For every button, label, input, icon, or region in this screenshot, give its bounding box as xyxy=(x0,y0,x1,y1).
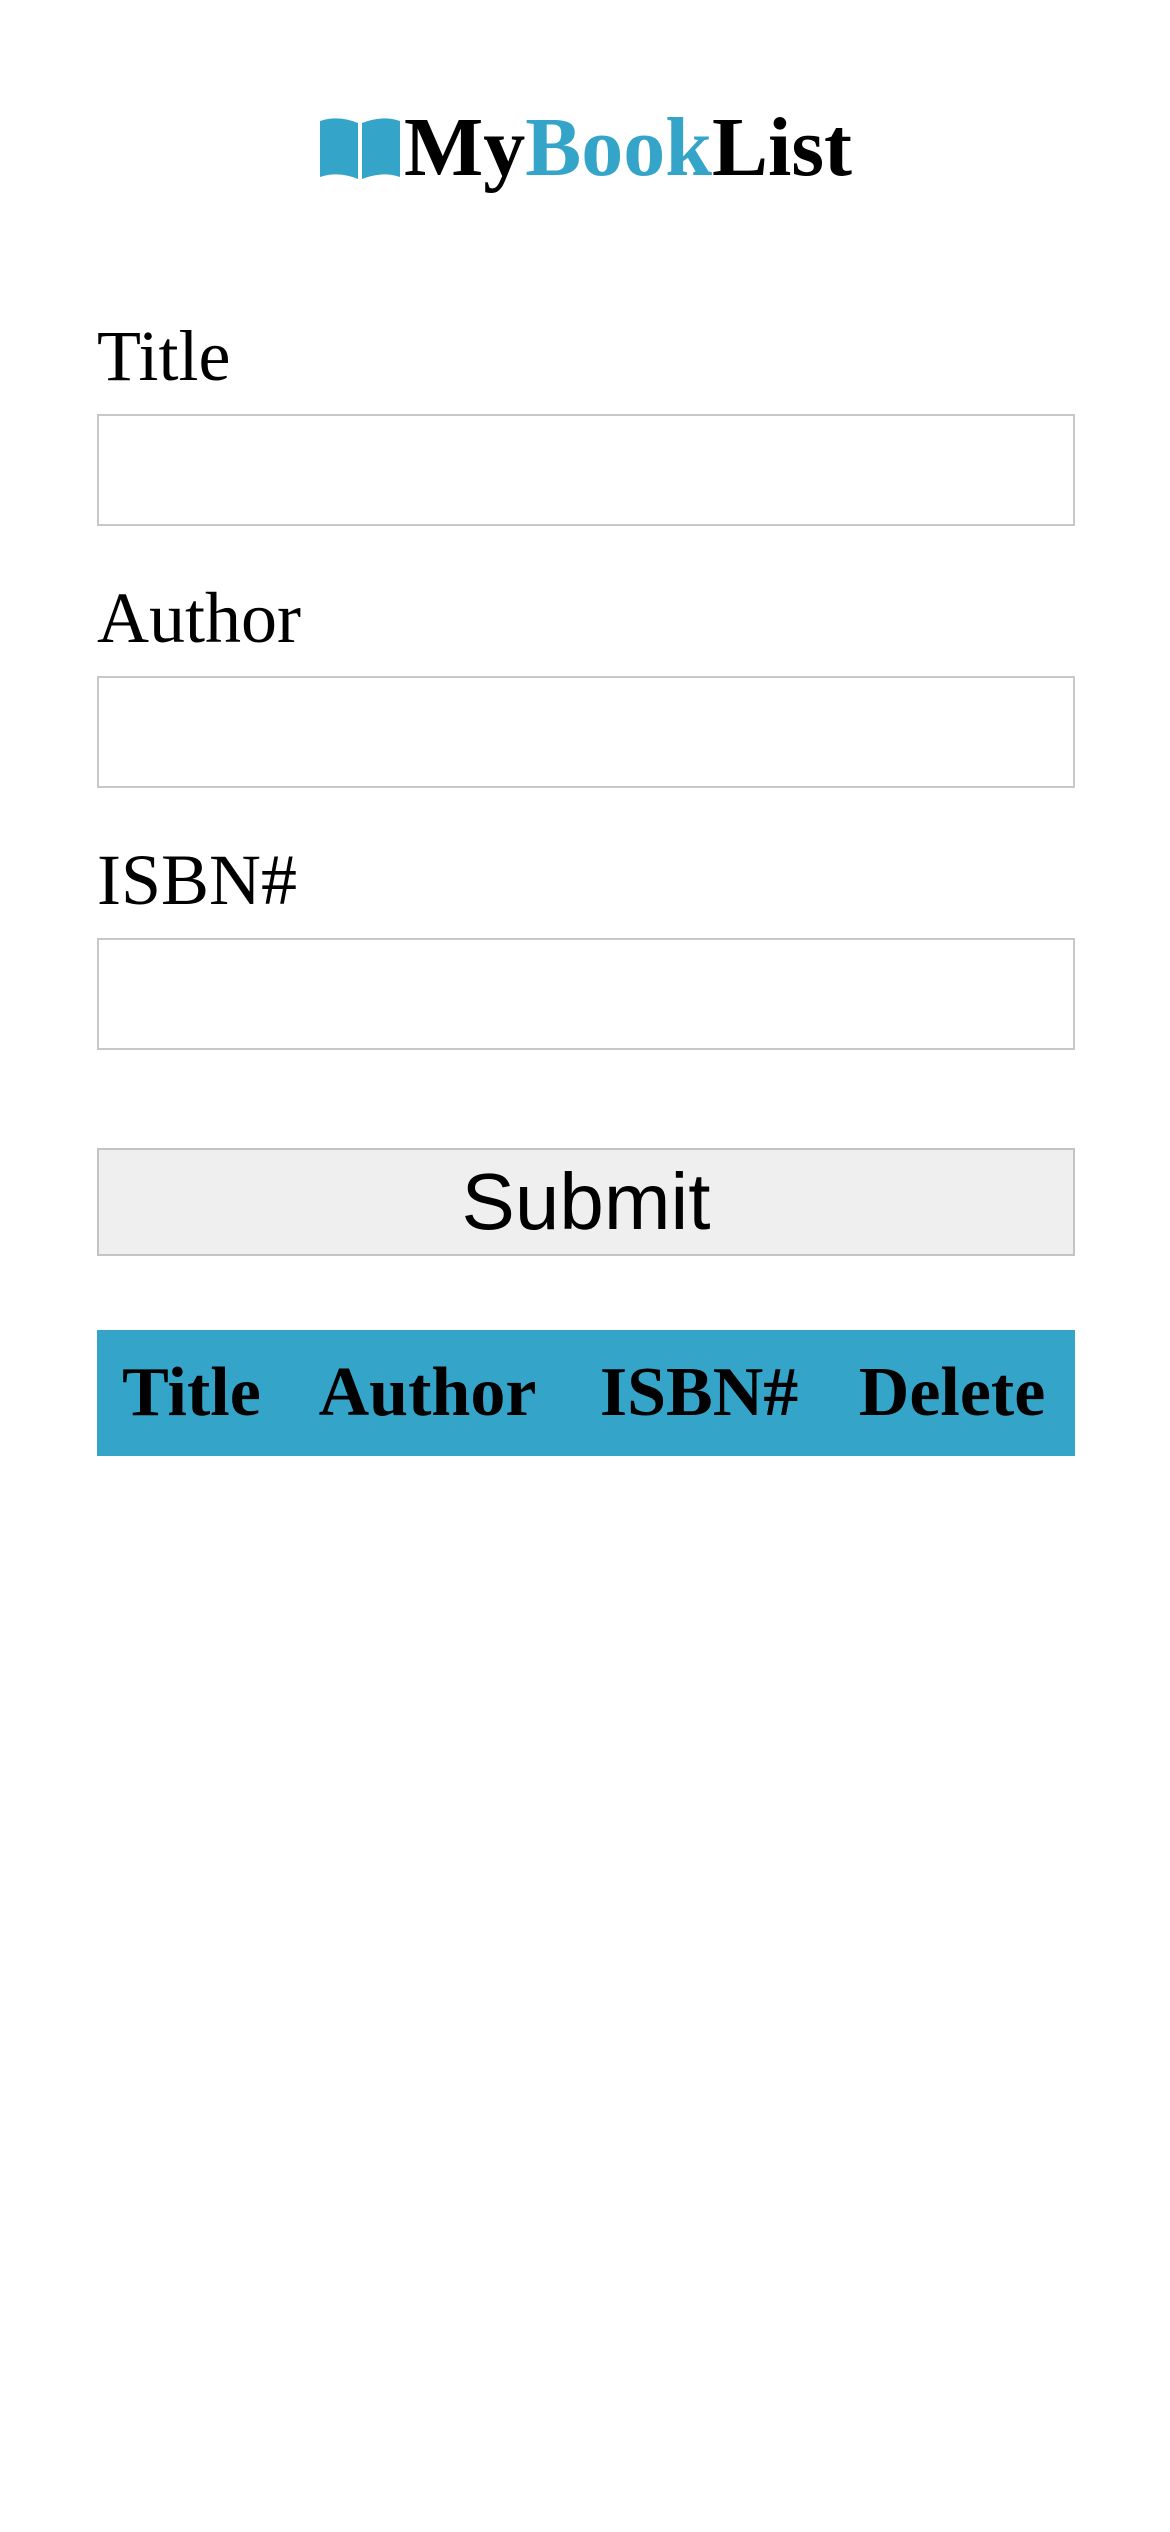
app-title: MyBookList xyxy=(404,98,852,198)
book-list-table: Title Author ISBN# Delete xyxy=(97,1330,1075,1456)
submit-button[interactable]: Submit xyxy=(97,1148,1075,1256)
table-header-title: Title xyxy=(122,1354,261,1431)
table-header-delete: Delete xyxy=(858,1354,1046,1431)
table-header-author: Author xyxy=(318,1354,537,1431)
table-header-row: Title Author ISBN# Delete xyxy=(97,1330,1075,1456)
app-title-book: Book xyxy=(525,101,712,194)
title-input[interactable] xyxy=(97,414,1075,526)
title-label: Title xyxy=(97,316,231,396)
app-header: MyBookList xyxy=(0,98,1170,198)
isbn-input[interactable] xyxy=(97,938,1075,1050)
table-header-isbn: ISBN# xyxy=(599,1354,799,1431)
author-label: Author xyxy=(97,578,301,658)
app-title-my: My xyxy=(403,101,526,194)
app-title-list: List xyxy=(712,101,853,194)
isbn-label: ISBN# xyxy=(97,840,298,920)
author-input[interactable] xyxy=(97,676,1075,788)
book-list-table-head: Title Author ISBN# Delete xyxy=(97,1330,1075,1456)
open-book-icon xyxy=(318,115,402,181)
